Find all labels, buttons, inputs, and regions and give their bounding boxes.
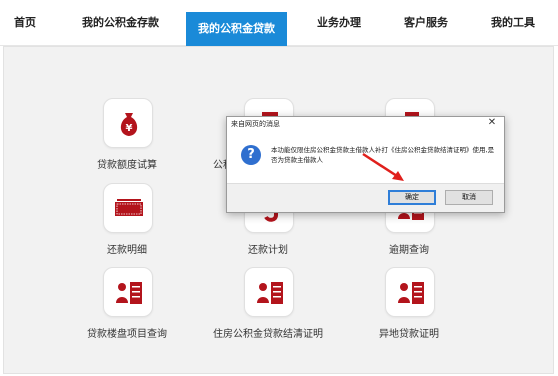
tile-project-query[interactable]: 贷款楼盘项目查询 [67,267,187,347]
tile-repayment-details[interactable]: 还款明细 [67,183,187,263]
nav-customer-service[interactable]: 客户服务 [404,14,448,32]
dialog-footer: 确定 取消 [227,183,504,212]
cancel-button[interactable]: 取消 [445,190,493,205]
ok-button[interactable]: 确定 [388,190,436,205]
tile-settlement-certificate[interactable]: 住房公积金贷款结清证明 [208,267,328,347]
tile-label: 逾期查询 [389,245,429,256]
dialog-title: 来自网页的消息 [231,120,280,128]
list-icon [385,267,435,317]
list-icon [103,267,153,317]
annotation-arrow-icon [362,152,404,181]
svg-text:¥: ¥ [126,123,133,134]
tile-label: 异地贷款证明 [379,329,439,340]
cash-stack-icon [103,183,153,233]
tile-remote-loan-certificate[interactable]: 异地贷款证明 [349,267,469,347]
nav-business[interactable]: 业务办理 [317,14,361,32]
money-bag-icon: ¥ [103,98,153,148]
nav-tools[interactable]: 我的工具 [491,14,535,32]
question-icon: ? [241,145,261,165]
nav-deposits[interactable]: 我的公积金存款 [82,14,159,32]
list-icon [244,267,294,317]
nav-home[interactable]: 首页 [14,14,36,32]
close-icon[interactable]: ✕ [486,117,498,129]
top-nav: 首页 我的公积金存款 我的公积金贷款 业务办理 客户服务 我的工具 [0,0,558,46]
nav-loans[interactable]: 我的公积金贷款 [186,12,287,46]
